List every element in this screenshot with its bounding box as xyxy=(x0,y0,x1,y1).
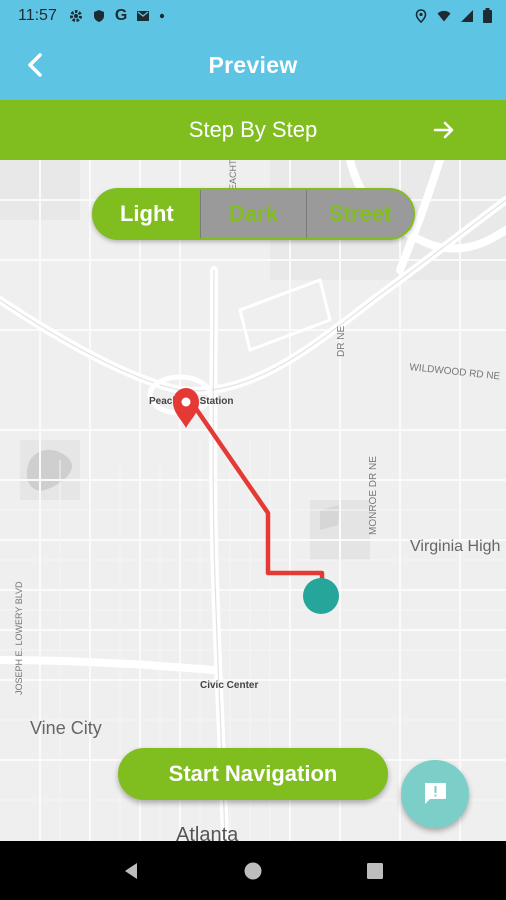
signal-icon xyxy=(461,9,473,22)
step-by-step-label: Step By Step xyxy=(188,117,318,142)
nav-recents-icon xyxy=(367,862,383,879)
status-bar: 11:57 G xyxy=(0,0,506,31)
map-style-toggle: Light Dark Street xyxy=(92,188,415,240)
location-icon xyxy=(415,8,427,23)
nav-home-button[interactable] xyxy=(238,856,268,886)
current-location-dot xyxy=(303,578,339,614)
nav-home-icon xyxy=(244,862,262,879)
nav-back-icon xyxy=(125,862,137,879)
route-line xyxy=(187,397,325,593)
destination-pin xyxy=(173,388,199,428)
nav-recents-button[interactable] xyxy=(360,856,390,886)
start-navigation-label: Start Navigation xyxy=(168,761,338,786)
arrow-right-icon xyxy=(433,121,454,139)
page-title: Preview xyxy=(208,52,298,78)
app-header: Preview xyxy=(0,31,506,100)
map-style-light[interactable]: Light xyxy=(94,190,200,238)
status-left-icons: G xyxy=(69,7,165,25)
map-style-dark[interactable]: Dark xyxy=(199,190,307,238)
gear-icon xyxy=(69,9,82,22)
mail-icon xyxy=(137,10,150,21)
status-right-icons xyxy=(414,8,492,23)
dot-icon xyxy=(160,13,165,18)
map-style-street[interactable]: Street xyxy=(306,190,413,238)
map-view[interactable]: Peachtree Station Civic Center Virginia … xyxy=(0,160,506,841)
start-navigation-button[interactable]: Start Navigation xyxy=(118,748,388,800)
step-by-step-button[interactable]: Step By Step xyxy=(0,100,506,160)
chevron-left-icon xyxy=(28,53,42,77)
shield-icon xyxy=(93,9,104,22)
wifi-icon xyxy=(437,10,451,21)
route-overlay xyxy=(173,388,339,614)
status-time: 11:57 xyxy=(18,6,57,24)
system-nav-bar xyxy=(0,841,506,900)
feedback-icon xyxy=(425,783,446,804)
google-g-icon: G xyxy=(114,6,128,24)
battery-icon xyxy=(483,8,492,23)
back-button[interactable] xyxy=(22,51,50,79)
feedback-button[interactable] xyxy=(401,760,469,828)
nav-back-button[interactable] xyxy=(116,856,146,886)
